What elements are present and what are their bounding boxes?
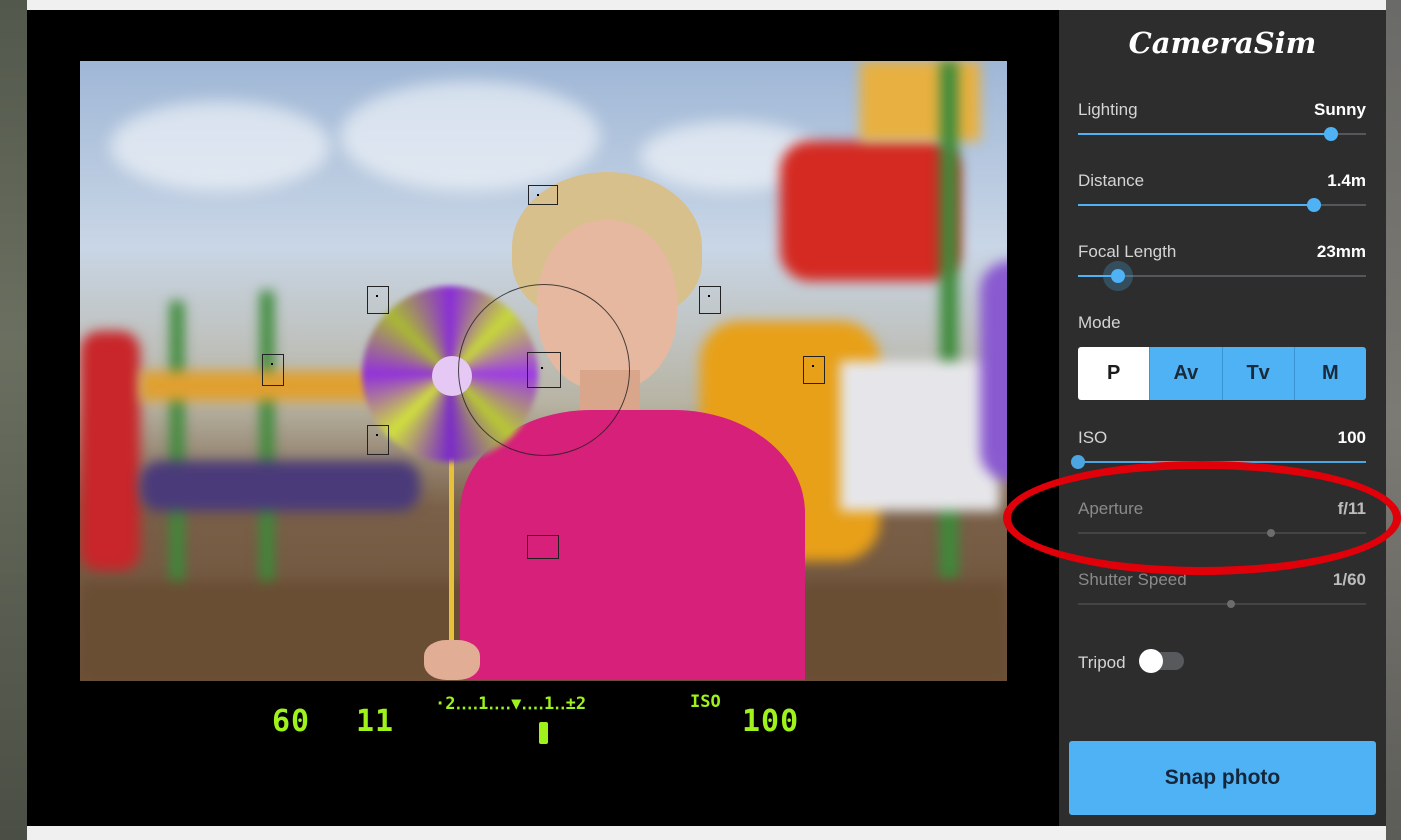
- af-point-bottom: [527, 535, 559, 559]
- mode-button-p[interactable]: P: [1078, 347, 1151, 400]
- distance-slider-thumb[interactable]: [1307, 198, 1322, 212]
- subject-hand: [424, 640, 480, 680]
- tripod-toggle[interactable]: [1139, 649, 1184, 673]
- mode-control: Mode: [1078, 313, 1366, 337]
- lcd-exposure-meter-scale: ·2‥‥1‥‥▼‥‥1‥±2: [435, 694, 587, 714]
- af-point-upper-left: [367, 286, 389, 314]
- af-point-top: [528, 185, 558, 205]
- lighting-slider-thumb[interactable]: [1324, 127, 1339, 141]
- focal-length-control: Focal Length 23mm: [1078, 242, 1366, 283]
- distance-label: Distance: [1078, 171, 1145, 190]
- control-panel: CameraSim Lighting Sunny Distance 1.4m F…: [1059, 10, 1386, 826]
- mode-label: Mode: [1078, 313, 1121, 332]
- aperture-slider: [1078, 529, 1366, 537]
- lcd-exposure-meter-pointer: [539, 722, 548, 744]
- lcd-iso-readout: 100: [742, 704, 800, 739]
- af-point-center: [527, 352, 561, 388]
- snap-photo-button[interactable]: Snap photo: [1069, 741, 1376, 815]
- lcd-iso-label: ISO: [690, 692, 721, 712]
- focal-length-label: Focal Length: [1078, 242, 1177, 261]
- tripod-toggle-knob[interactable]: [1139, 649, 1163, 673]
- af-point-right: [803, 356, 825, 384]
- iso-value: 100: [1337, 428, 1366, 447]
- af-point-lower-left: [367, 425, 389, 455]
- distance-control: Distance 1.4m: [1078, 171, 1366, 212]
- lighting-control: Lighting Sunny: [1078, 100, 1366, 141]
- focal-length-value: 23mm: [1316, 242, 1366, 261]
- distance-value: 1.4m: [1327, 171, 1366, 190]
- iso-label: ISO: [1078, 428, 1108, 447]
- aperture-control: Aperture f/11: [1078, 499, 1366, 539]
- app-logo: CameraSim: [1128, 26, 1317, 60]
- background-left-strip: [0, 0, 27, 840]
- mode-button-m[interactable]: M: [1294, 347, 1366, 400]
- shutter-speed-slider: [1078, 600, 1366, 608]
- iso-slider[interactable]: [1071, 455, 1366, 469]
- aperture-value: f/11: [1337, 499, 1366, 518]
- iso-slider-thumb[interactable]: [1071, 455, 1085, 469]
- mode-button-tv[interactable]: Tv: [1222, 347, 1295, 400]
- af-point-upper-right: [699, 286, 721, 314]
- iso-control: ISO 100: [1071, 428, 1366, 469]
- shutter-speed-control: Shutter Speed 1/60: [1078, 570, 1366, 610]
- subject-shirt: [460, 410, 805, 680]
- background-right-strip: [1386, 0, 1401, 840]
- mode-selector: P Av Tv M: [1078, 347, 1366, 400]
- lighting-label: Lighting: [1078, 100, 1138, 119]
- mode-button-av[interactable]: Av: [1150, 347, 1223, 400]
- focal-length-slider[interactable]: [1078, 269, 1366, 283]
- shutter-speed-slider-thumb: [1226, 600, 1235, 608]
- lighting-slider[interactable]: [1078, 127, 1366, 141]
- pinwheel-stick: [449, 440, 454, 660]
- distance-slider[interactable]: [1078, 198, 1366, 212]
- focal-length-slider-thumb[interactable]: [1111, 269, 1126, 283]
- shutter-speed-label: Shutter Speed: [1078, 570, 1187, 589]
- aperture-label: Aperture: [1078, 499, 1144, 518]
- lighting-value: Sunny: [1314, 100, 1366, 119]
- lcd-aperture-readout: 11: [356, 704, 395, 739]
- tripod-label: Tripod: [1078, 653, 1126, 672]
- af-point-left: [262, 354, 284, 386]
- aperture-slider-thumb: [1266, 529, 1275, 537]
- shutter-speed-value: 1/60: [1332, 570, 1366, 589]
- lcd-shutter-readout: 60: [272, 704, 311, 739]
